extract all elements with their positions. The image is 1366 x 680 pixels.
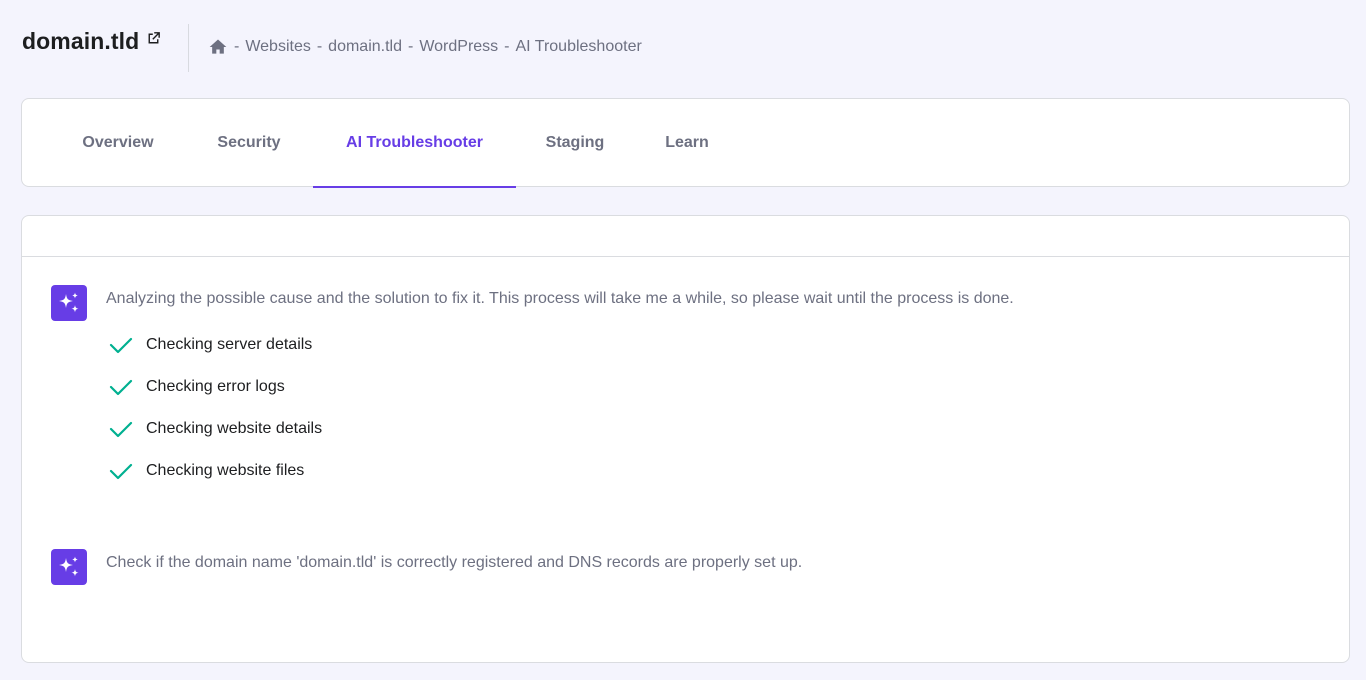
site-title: domain.tld [22,28,162,55]
page-header: domain.tld - Websites - domain.tld - Wor… [0,0,1366,96]
breadcrumb-separator: - [316,38,323,55]
tab-ai-troubleshooter[interactable]: AI Troubleshooter [313,99,516,188]
check-icon [109,421,133,438]
breadcrumb: - Websites - domain.tld - WordPress - AI… [208,37,642,57]
check-label: Checking website files [146,462,305,479]
ai-sparkles-icon [51,549,87,585]
list-item: Checking error logs [108,366,322,408]
list-item: Checking website details [108,408,322,450]
list-item: Checking server details [108,324,322,366]
ai-sparkles-icon [51,285,87,321]
check-label: Checking error logs [146,378,285,395]
page: domain.tld - Websites - domain.tld - Wor… [0,0,1366,680]
breadcrumb-separator: - [408,38,414,55]
card-header-divider [22,256,1349,257]
breadcrumb-separator: - [234,38,240,55]
result-message: Check if the domain name 'domain.tld' is… [106,554,803,571]
tab-learn[interactable]: Learn [662,99,712,187]
check-icon [109,337,133,354]
breadcrumb-item-domain[interactable]: domain.tld [328,38,402,56]
site-title-text: domain.tld [22,28,140,54]
header-divider [188,24,189,72]
breadcrumb-item-wordpress[interactable]: WordPress [419,38,498,56]
analysis-message: Analyzing the possible cause and the sol… [106,290,1014,307]
check-icon [109,379,133,396]
breadcrumb-item-current: AI Troubleshooter [515,38,642,55]
check-label: Checking server details [146,336,313,353]
tab-bar: Overview Security AI Troubleshooter Stag… [21,98,1350,188]
check-label: Checking website details [146,420,323,437]
home-icon[interactable] [208,37,228,57]
tab-overview[interactable]: Overview [79,99,157,187]
tab-staging[interactable]: Staging [543,99,607,187]
list-item: Checking website files [108,450,322,492]
tab-security[interactable]: Security [213,99,285,187]
troubleshooter-card: Analyzing the possible cause and the sol… [21,215,1350,663]
check-icon [109,463,133,480]
breadcrumb-item-websites[interactable]: Websites [245,38,311,56]
check-list: Checking server details Checking error l… [108,324,322,492]
breadcrumb-separator: - [504,38,510,55]
external-link-icon[interactable] [145,30,162,47]
